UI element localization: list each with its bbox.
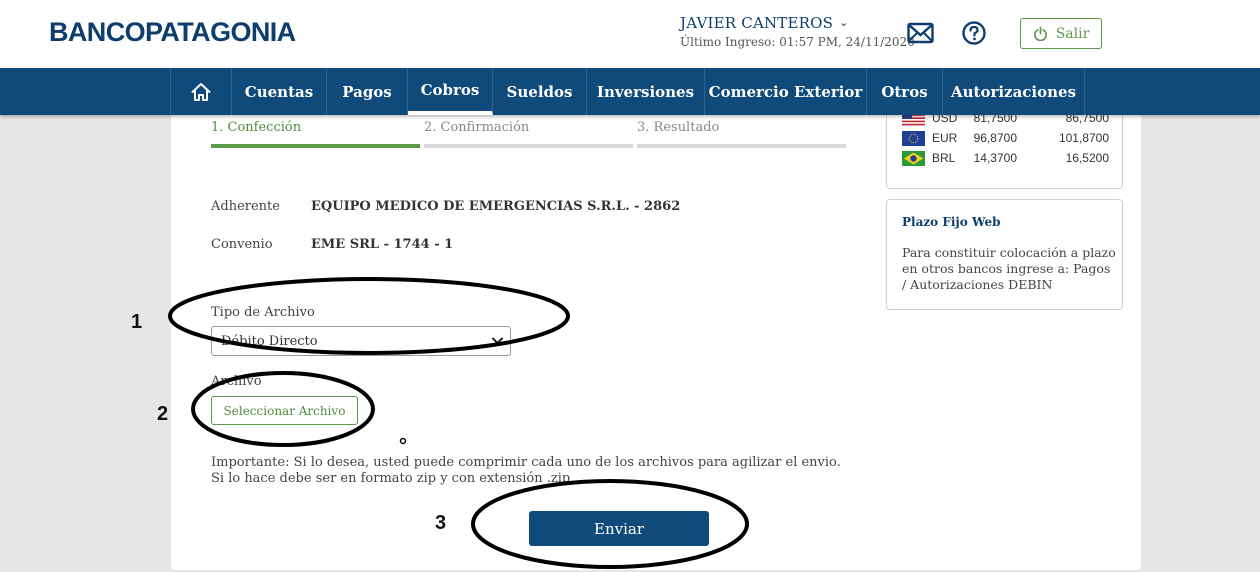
step-confeccion: 1. Confección	[211, 120, 420, 148]
compression-note: Importante: Si lo desea, usted puede com…	[211, 455, 841, 487]
adherente-label: Adherente	[211, 199, 280, 214]
step-confirmacion: 2. Confirmación	[424, 120, 633, 148]
annotation-number: 1	[131, 311, 143, 333]
currency-code: BRL	[932, 151, 956, 165]
nav-item-label: Comercio Exterior	[708, 82, 863, 101]
note-line: Si lo hace debe ser en formato zip y con…	[211, 471, 571, 486]
step-label: 3. Resultado	[637, 120, 720, 135]
sell-rate: 16,5200	[1065, 151, 1109, 165]
nav-item-label: Pagos	[342, 82, 392, 101]
exchange-row-brl: BRL 14,3700 16,5200	[902, 149, 1112, 167]
step-bar	[424, 144, 633, 148]
progress-steps: 1. Confección 2. Confirmación 3. Resulta…	[211, 120, 847, 150]
buy-rate: 96,8700	[973, 131, 1017, 145]
bank-logo[interactable]: BANCOPATAGONIA	[49, 17, 296, 48]
submit-button[interactable]: Enviar	[529, 511, 709, 546]
step-bar	[637, 144, 846, 148]
convenio-value: EME SRL - 1744 - 1	[311, 237, 454, 252]
logout-button[interactable]: Salir	[1020, 18, 1102, 49]
archivo-label: Archivo	[211, 374, 262, 389]
user-menu[interactable]: JAVIER CANTEROS ⌄	[680, 14, 849, 32]
step-label: 2. Confirmación	[424, 120, 530, 135]
plazo-fijo-panel: Plazo Fijo Web Para constituir colocació…	[886, 199, 1123, 310]
annotation-number: 2	[157, 403, 169, 425]
home-icon	[191, 82, 211, 101]
nav-item-label: Sueldos	[506, 82, 573, 101]
nav-home[interactable]	[171, 68, 232, 115]
mail-icon[interactable]	[907, 22, 934, 44]
user-name: JAVIER CANTEROS	[680, 14, 834, 32]
chevron-down-icon	[492, 337, 503, 344]
tipo-archivo-select[interactable]: Débito Directo	[211, 326, 511, 356]
currency-code: EUR	[932, 131, 958, 145]
exchange-row-eur: EUR 96,8700 101,8700	[902, 129, 1112, 147]
logout-label: Salir	[1055, 25, 1090, 42]
tipo-archivo-value: Débito Directo	[221, 333, 318, 349]
plazo-fijo-text: Para constituir colocación a plazo en ot…	[902, 245, 1116, 292]
plazo-fijo-title[interactable]: Plazo Fijo Web	[902, 215, 1000, 229]
nav-item-label: Cobros	[420, 80, 480, 99]
nav-item-pagos[interactable]: Pagos	[327, 68, 408, 115]
top-header: BANCOPATAGONIA JAVIER CANTEROS ⌄ Último I…	[0, 0, 1260, 68]
chevron-down-icon: ⌄	[839, 16, 849, 29]
step-resultado: 3. Resultado	[637, 120, 846, 148]
nav-item-label: Otros	[881, 82, 928, 101]
power-icon	[1033, 26, 1047, 41]
nav-item-label: Inversiones	[596, 82, 695, 101]
nav-item-inversiones[interactable]: Inversiones	[587, 68, 705, 115]
step-bar	[211, 144, 420, 148]
eu-flag-icon	[902, 131, 925, 146]
sell-rate: 101,8700	[1058, 131, 1109, 145]
nav-item-cobros[interactable]: Cobros	[408, 68, 493, 115]
main-nav: Cuentas Pagos Cobros Sueldos Inversiones…	[0, 68, 1260, 115]
nav-menu: Cuentas Pagos Cobros Sueldos Inversiones…	[170, 68, 1085, 115]
nav-item-sueldos[interactable]: Sueldos	[493, 68, 587, 115]
adherente-value: EQUIPO MEDICO DE EMERGENCIAS S.R.L. - 28…	[311, 199, 681, 214]
br-flag-icon	[902, 151, 925, 166]
buy-rate: 14,3700	[973, 151, 1017, 165]
annotation-number: 3	[435, 512, 447, 534]
tipo-archivo-label: Tipo de Archivo	[211, 305, 315, 320]
nav-item-otros[interactable]: Otros	[867, 68, 943, 115]
nav-item-comercio-exterior[interactable]: Comercio Exterior	[705, 68, 867, 115]
nav-item-label: Autorizaciones	[950, 82, 1077, 101]
convenio-label: Convenio	[211, 237, 273, 252]
step-label: 1. Confección	[211, 120, 302, 135]
nav-item-autorizaciones[interactable]: Autorizaciones	[943, 68, 1085, 115]
last-login-text: Último Ingreso: 01:57 PM, 24/11/2020	[680, 35, 915, 49]
note-line: Importante: Si lo desea, usted puede com…	[211, 455, 841, 470]
nav-item-cuentas[interactable]: Cuentas	[232, 68, 327, 115]
nav-item-label: Cuentas	[244, 82, 314, 101]
select-file-button[interactable]: Seleccionar Archivo	[211, 396, 358, 425]
help-icon[interactable]	[961, 20, 987, 46]
